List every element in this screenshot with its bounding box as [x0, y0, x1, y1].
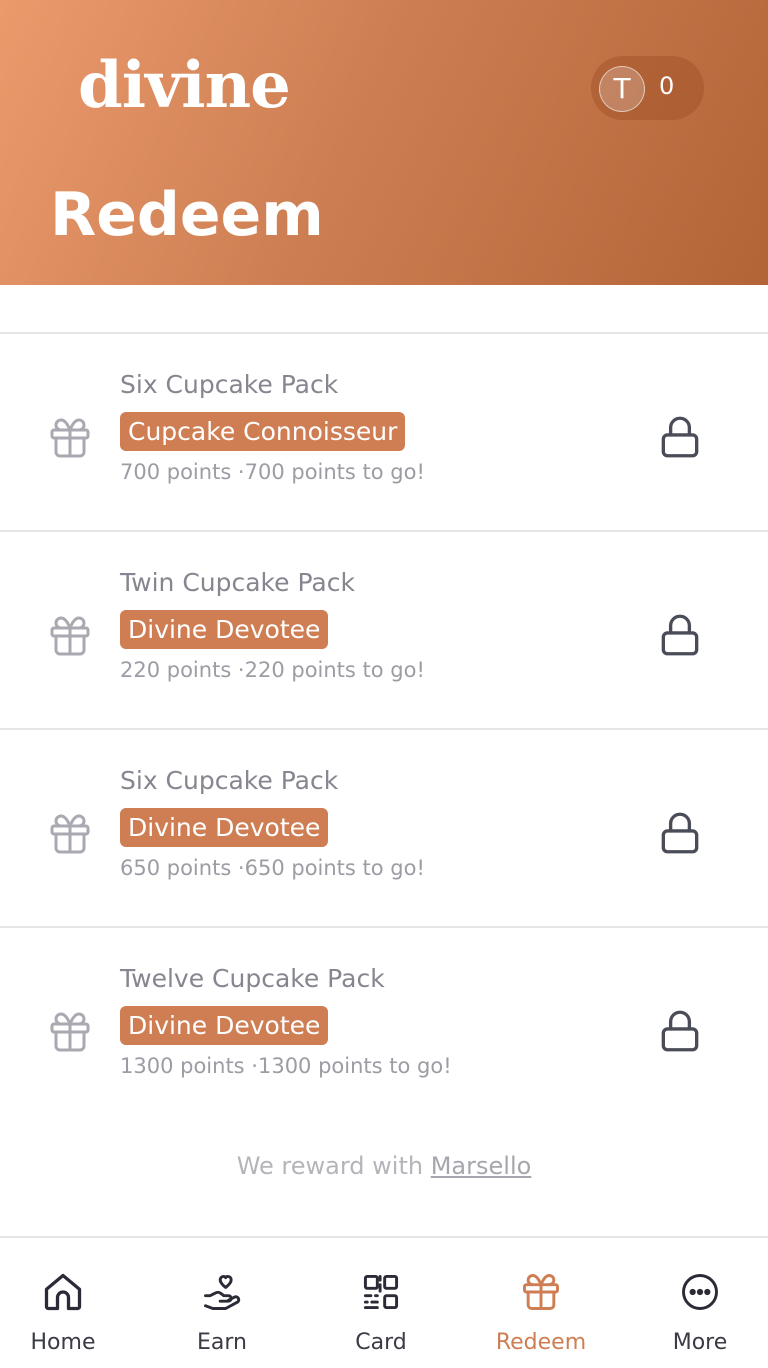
reward-name: Six Cupcake Pack [120, 370, 339, 399]
lock-icon [661, 1010, 699, 1052]
tab-home[interactable]: Home [0, 1238, 140, 1368]
lock-icon [661, 812, 699, 854]
gift-icon [523, 1274, 559, 1310]
reward-name: Six Cupcake Pack [120, 766, 339, 795]
avatar[interactable]: T [599, 66, 645, 112]
tab-label: Home [30, 1330, 96, 1355]
tab-redeem[interactable]: Redeem [464, 1238, 618, 1368]
reward-points: 1300 points ·1300 points to go! [120, 1054, 452, 1078]
tab-label: Card [355, 1330, 407, 1355]
footer-prefix: We reward with [236, 1152, 431, 1180]
tier-badge: Divine Devotee [120, 1006, 329, 1045]
reward-points: 650 points ·650 points to go! [120, 856, 425, 880]
reward-points: 220 points ·220 points to go! [120, 658, 425, 682]
tab-label: Redeem [495, 1330, 587, 1355]
more-icon [682, 1274, 718, 1310]
home-icon [44, 1273, 82, 1311]
tab-label: Earn [197, 1330, 247, 1355]
qr-code-icon [363, 1274, 399, 1310]
reward-item[interactable]: Twelve Cupcake Pack Divine Devotee 1300 … [0, 928, 768, 1124]
tab-earn[interactable]: Earn [145, 1238, 299, 1368]
tab-more[interactable]: More [623, 1238, 768, 1368]
gift-icon [50, 814, 90, 854]
bottom-tab-bar: Home Earn Card Redeem More [0, 1236, 768, 1368]
page-title: Redeem [50, 180, 324, 250]
tier-badge: Divine Devotee [120, 808, 329, 847]
tier-badge: Divine Devotee [120, 610, 329, 649]
gift-icon [50, 418, 90, 458]
marsello-link[interactable]: Marsello [431, 1152, 532, 1180]
reward-item[interactable]: Six Cupcake Pack Cupcake Connoisseur 700… [0, 334, 768, 530]
reward-name: Twin Cupcake Pack [120, 568, 355, 597]
brand-logo: divine [78, 48, 291, 123]
points-balance-pill[interactable]: T 0 [591, 56, 704, 120]
tab-label: More [672, 1330, 728, 1355]
gift-icon [50, 1012, 90, 1052]
tier-badge: Cupcake Connoisseur [120, 412, 406, 451]
lock-icon [661, 614, 699, 656]
footer-note: We reward with Marsello [0, 1152, 768, 1180]
reward-item[interactable]: Six Cupcake Pack Divine Devotee 650 poin… [0, 730, 768, 926]
reward-name: Twelve Cupcake Pack [120, 964, 385, 993]
gift-icon [50, 616, 90, 656]
reward-item[interactable]: Twin Cupcake Pack Divine Devotee 220 poi… [0, 532, 768, 728]
points-count: 0 [659, 72, 675, 100]
header: divine T 0 Redeem [0, 0, 768, 285]
reward-points: 700 points ·700 points to go! [120, 460, 425, 484]
lock-icon [661, 416, 699, 458]
hand-heart-icon [204, 1274, 241, 1310]
tab-card[interactable]: Card [304, 1238, 458, 1368]
